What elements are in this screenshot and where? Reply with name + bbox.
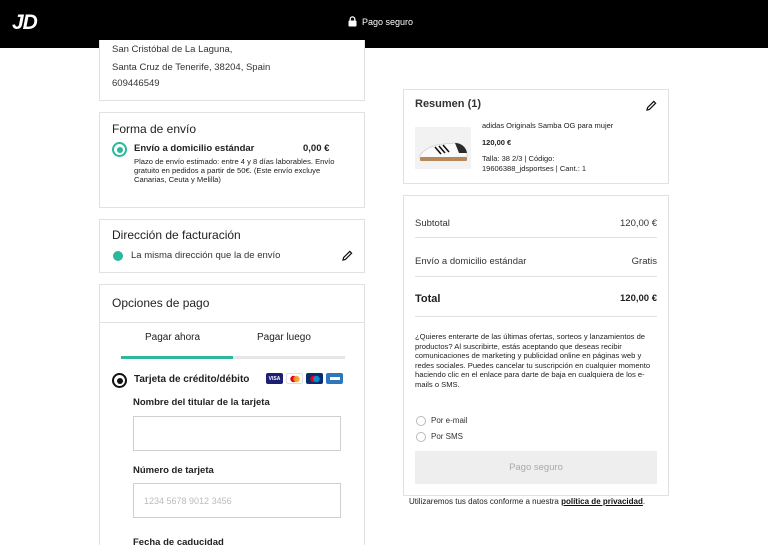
optin-sms-checkbox[interactable] [416,432,426,442]
product-image[interactable] [415,127,471,169]
card-method-radio[interactable] [112,373,127,388]
cardholder-input[interactable] [133,416,341,451]
secure-payment-indicator: Pago seguro [348,16,413,27]
visa-icon: VISA [266,373,283,384]
mastercard-icon [286,373,303,384]
newsletter-text: ¿Quieres enterarte de las últimas oferta… [415,332,651,389]
secure-pay-button[interactable]: Pago seguro [415,451,657,484]
optin-email-checkbox[interactable] [416,416,426,426]
edit-billing-pencil-icon[interactable] [342,248,353,261]
maestro-icon [306,373,323,384]
cardholder-label: Nombre del titular de la tarjeta [133,397,270,408]
shipping-option-desc: Plazo de envío estimado: entre 4 y 8 día… [134,157,335,184]
total-value: 120,00 € [620,293,657,304]
address-line-2: Santa Cruz de Tenerife, 38204, Spain [112,62,271,73]
jd-logo[interactable]: JD [12,11,38,35]
subtotal-label: Subtotal [415,218,450,229]
shipping-option-name: Envío a domicilio estándar [134,143,255,154]
lock-icon [348,16,357,27]
totals-divider [415,237,657,238]
shipping-row: Envío a domicilio estándar Gratis [415,256,657,267]
shipping-method-box: Forma de envío Envío a domicilio estánda… [99,112,365,208]
shipping-address-box: San Cristóbal de La Laguna, Santa Cruz d… [99,40,365,101]
payment-options-box: Opciones de pago Pagar ahora Pagar luego… [99,284,365,545]
expiry-label: Fecha de caducidad [133,537,224,545]
optin-sms-label: Por SMS [431,432,464,441]
product-details: Talla: 38 2/3 | Código: 19606388_jdsport… [482,154,587,173]
address-line-1: San Cristóbal de La Laguna, [112,44,233,55]
tab-pay-later[interactable]: Pagar luego [257,332,311,343]
edit-cart-pencil-icon[interactable] [646,98,657,111]
product-price: 120,00 € [482,138,512,147]
privacy-text: Utilizaremos tus datos conforme a nuestr… [409,497,559,506]
tab-pay-now[interactable]: Pagar ahora [145,332,200,343]
billing-check-icon[interactable] [113,251,123,261]
amex-icon [326,373,343,384]
shipping-title: Forma de envío [112,122,197,136]
totals-box: Subtotal 120,00 € Envío a domicilio está… [403,195,669,496]
subtotal-row: Subtotal 120,00 € [415,218,657,229]
shipping-cost-value: Gratis [631,256,657,267]
order-summary-box: Resumen (1) adidas Originals Samba OG pa… [403,89,669,184]
billing-title: Dirección de facturación [112,228,241,242]
billing-same-address: La misma dirección que la de envío [131,250,281,261]
product-name[interactable]: adidas Originals Samba OG para mujer [482,121,662,131]
card-number-input[interactable] [133,483,341,518]
card-method-label: Tarjeta de crédito/débito [134,374,250,385]
optin-email-label: Por e-mail [431,416,468,425]
shipping-option-price: 0,00 € [303,143,330,154]
billing-address-box: Dirección de facturación La misma direcc… [99,219,365,273]
subtotal-value: 120,00 € [620,218,657,229]
summary-title: Resumen (1) [415,98,482,110]
total-row: Total 120,00 € [415,293,657,305]
secure-label: Pago seguro [362,16,414,27]
privacy-policy-link[interactable]: política de privacidad [561,497,643,506]
card-number-label: Número de tarjeta [133,465,214,476]
tab-active-indicator [121,356,233,359]
totals-divider [415,276,657,277]
address-phone: 609446549 [112,78,160,89]
shipping-option-radio[interactable] [112,142,127,157]
privacy-end: . [642,497,646,506]
payment-divider [100,322,364,323]
payment-title: Opciones de pago [112,296,210,310]
privacy-notice: Utilizaremos tus datos conforme a nuestr… [409,496,659,508]
shipping-cost-label: Envío a domicilio estándar [415,256,527,267]
card-brand-icons: VISA [266,373,343,384]
totals-divider [415,316,657,317]
total-label: Total [415,293,441,305]
